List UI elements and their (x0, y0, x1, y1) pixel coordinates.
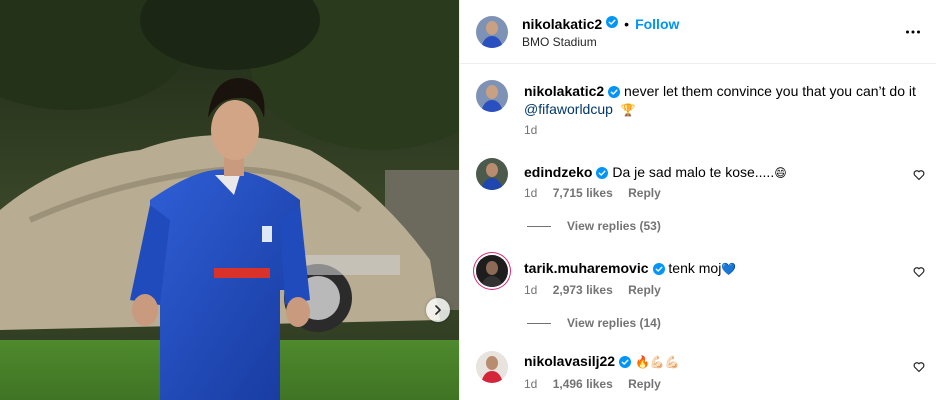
comment-text: tenk moj (668, 260, 722, 276)
author-username[interactable]: nikolakatic2 (522, 16, 602, 32)
reply-button[interactable]: Reply (628, 283, 661, 297)
like-comment-button[interactable] (913, 265, 925, 283)
comment-timestamp[interactable]: 1d (524, 186, 537, 200)
chevron-right-icon (435, 305, 441, 315)
post-details-panel: nikolakatic2 • Follow BMO Stadium nikola… (459, 0, 936, 400)
caption-text: never let them convince you that you can… (624, 83, 916, 99)
like-comment-button[interactable] (913, 168, 925, 186)
carousel-next-button[interactable] (426, 298, 450, 322)
comment-text: Da je sad malo te kose..... (612, 164, 775, 180)
comment-item: edindzeko Da je sad malo te kose.....😄 1… (460, 148, 936, 248)
view-replies-label: View replies (14) (567, 316, 661, 330)
heart-outline-icon (913, 170, 925, 181)
caption-timestamp[interactable]: 1d (524, 123, 537, 137)
caption-username[interactable]: nikolakatic2 (524, 83, 604, 99)
caption-mention-link[interactable]: @fifaworldcup (524, 101, 613, 117)
verified-badge-icon (652, 261, 665, 279)
separator-dot: • (624, 16, 630, 32)
reply-button[interactable]: Reply (628, 186, 661, 200)
comment-emoji: 😄 (774, 166, 787, 180)
verified-badge-icon (606, 15, 619, 33)
more-horizontal-icon (906, 30, 920, 34)
commenter-avatar[interactable] (476, 158, 508, 190)
verified-badge-icon (596, 165, 609, 183)
reply-button[interactable]: Reply (628, 377, 661, 391)
follow-button[interactable]: Follow (635, 16, 679, 32)
caption-avatar[interactable] (476, 80, 508, 112)
post-media[interactable] (0, 0, 459, 400)
comment-emoji: 🔥💪🏻💪🏻 (634, 355, 680, 369)
more-options-button[interactable] (905, 24, 921, 45)
post-photo (0, 0, 459, 400)
post-location[interactable]: BMO Stadium (522, 35, 597, 49)
comment-emoji: 💙 (721, 262, 737, 276)
verified-badge-icon (619, 354, 632, 372)
post-header: nikolakatic2 • Follow BMO Stadium (460, 0, 936, 64)
commenter-username[interactable]: nikolavasilj22 (524, 353, 615, 369)
comment-item: nikolavasilj22 🔥💪🏻💪🏻 1d 1,496 likes Repl… (460, 344, 936, 400)
comment-likes-count[interactable]: 1,496 likes (553, 377, 613, 391)
commenter-avatar[interactable] (476, 351, 508, 383)
comment-timestamp[interactable]: 1d (524, 283, 537, 297)
author-avatar[interactable] (476, 16, 508, 48)
comment-likes-count[interactable]: 7,715 likes (553, 186, 613, 200)
replies-divider (527, 225, 551, 227)
trophy-emoji: 🏆 (620, 103, 636, 117)
commenter-avatar[interactable] (476, 255, 508, 287)
commenter-username[interactable]: edindzeko (524, 164, 592, 180)
replies-divider (527, 322, 551, 324)
view-replies-label: View replies (53) (567, 219, 661, 233)
post-caption: nikolakatic2 never let them convince you… (460, 64, 936, 148)
comment-likes-count[interactable]: 2,973 likes (553, 283, 613, 297)
comment-timestamp[interactable]: 1d (524, 377, 537, 391)
comment-item: tarik.muharemovic tenk moj💙 1d 2,973 lik… (460, 248, 936, 344)
view-replies-button[interactable]: View replies (53) (527, 219, 661, 233)
like-comment-button[interactable] (913, 360, 925, 378)
view-replies-button[interactable]: View replies (14) (527, 316, 661, 330)
heart-outline-icon (913, 267, 925, 278)
heart-outline-icon (913, 362, 925, 373)
commenter-username[interactable]: tarik.muharemovic (524, 260, 649, 276)
